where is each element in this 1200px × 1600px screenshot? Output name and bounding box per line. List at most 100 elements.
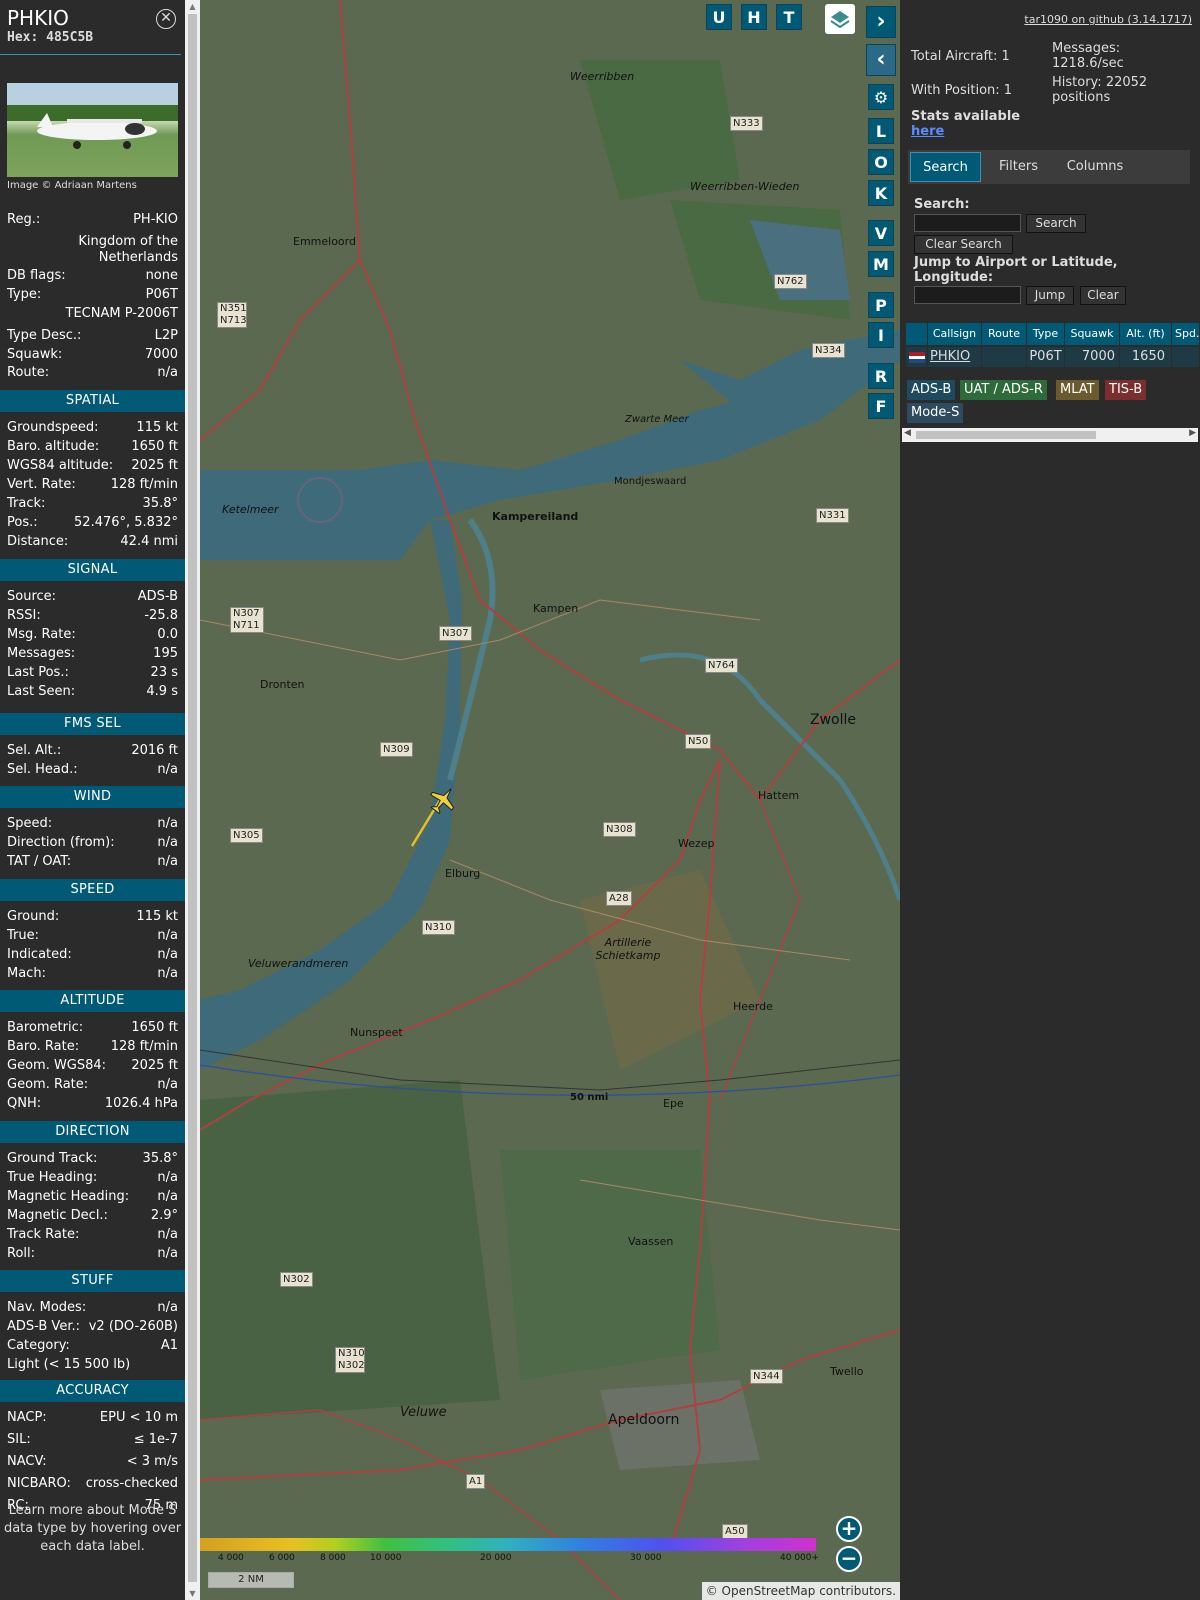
- map-place: Zwolle: [810, 712, 856, 728]
- map-place: Weerribben: [570, 70, 635, 83]
- road-label: N309: [380, 742, 413, 757]
- column-header-callsign[interactable]: Callsign: [928, 323, 982, 345]
- detail-row: Nav. Modes: n/a: [7, 1298, 178, 1317]
- map-scale-bar: 2 NM: [208, 1572, 294, 1588]
- stats-link[interactable]: here: [911, 124, 944, 139]
- detail-row: NACV: < 3 m/s: [7, 1452, 178, 1471]
- chevron-left-icon[interactable]: ‹: [866, 44, 896, 76]
- clear-search-button[interactable]: Clear Search: [914, 235, 1013, 254]
- map-place: Emmeloord: [293, 235, 356, 248]
- toggle-u-button[interactable]: U: [706, 4, 732, 30]
- jump-input[interactable]: [914, 286, 1021, 304]
- tab-columns[interactable]: Columns: [1055, 152, 1135, 182]
- map-toggle-f-button[interactable]: F: [868, 393, 894, 419]
- tab-filters[interactable]: Filters: [985, 152, 1052, 182]
- detail-label: True:: [7, 928, 39, 943]
- column-header-type[interactable]: Type: [1027, 323, 1065, 345]
- scrollbar-thumb[interactable]: [188, 14, 197, 1582]
- map-toggle-m-button[interactable]: M: [868, 251, 894, 277]
- detail-value: n/a: [157, 835, 178, 850]
- detail-row: Pos.: 52.476°, 5.832°: [7, 513, 178, 532]
- table-hscrollbar[interactable]: ◀ ▶: [902, 428, 1198, 442]
- detail-row: Distance: 42.4 nmi: [7, 532, 178, 551]
- detail-value: 1650 ft: [131, 1020, 178, 1035]
- section-header-altitude: ALTITUDE: [0, 990, 185, 1012]
- column-header-speed[interactable]: Spd.: [1172, 323, 1200, 345]
- map-place: Kampereiland: [492, 510, 579, 523]
- detail-row: Direction (from): n/a: [7, 833, 178, 852]
- map-toggle-i-button[interactable]: I: [868, 322, 894, 348]
- detail-value: 35.8°: [142, 1151, 178, 1166]
- toggle-h-button[interactable]: H: [741, 4, 767, 30]
- detail-row: RSSI: -25.8: [7, 606, 178, 625]
- map-toggle-r-button[interactable]: R: [868, 363, 894, 389]
- road-label: N762: [774, 274, 807, 289]
- photo-credit: Image © Adriaan Martens: [7, 180, 137, 191]
- settings-gear-icon[interactable]: ⚙: [868, 84, 894, 110]
- detail-label: Ground:: [7, 909, 60, 924]
- map-toggle-p-button[interactable]: P: [868, 292, 894, 318]
- source-legend-ads-b[interactable]: ADS-B: [907, 380, 956, 400]
- altitude-scale-tick: 4 000: [218, 1553, 244, 1563]
- map-toggle-k-button[interactable]: K: [868, 180, 894, 206]
- close-icon[interactable]: ✕: [156, 9, 176, 29]
- map-toggle-o-button[interactable]: O: [868, 149, 894, 175]
- detail-value: n/a: [157, 1170, 178, 1185]
- jump-button[interactable]: Jump: [1026, 286, 1074, 305]
- clear-button[interactable]: Clear: [1080, 286, 1126, 305]
- row-squawk: 7000: [1065, 347, 1120, 367]
- toggle-t-button[interactable]: T: [776, 4, 802, 30]
- search-input[interactable]: [914, 214, 1021, 232]
- detail-row: Type: P06T: [7, 285, 178, 304]
- aircraft-photo[interactable]: [7, 83, 178, 177]
- github-link[interactable]: tar1090 on github (3.14.1717): [1024, 13, 1192, 26]
- chevron-right-icon[interactable]: ›: [866, 6, 896, 38]
- source-legend-mode-s[interactable]: Mode-S: [907, 403, 964, 423]
- detail-value: 115 kt: [136, 909, 178, 924]
- map-view[interactable]: Emmeloord Kampereiland Kampen Dronten Zw…: [200, 0, 900, 1600]
- detail-row: Reg.: PH-KIO: [7, 210, 178, 229]
- detail-row: True Heading: n/a: [7, 1168, 178, 1187]
- road-label: N310: [422, 920, 455, 935]
- road-label: N305: [230, 828, 263, 843]
- detail-value: n/a: [157, 365, 178, 380]
- detail-label: Baro. Rate:: [7, 1039, 80, 1054]
- detail-label: Reg.:: [7, 212, 41, 227]
- detail-row: Route: n/a: [7, 363, 178, 382]
- map-toggle-v-button[interactable]: V: [868, 220, 894, 246]
- zoom-out-button[interactable]: −: [836, 1546, 862, 1572]
- detail-row: Light (< 15 500 lb): [7, 1355, 178, 1374]
- altitude-scale-tick: 6 000: [269, 1553, 295, 1563]
- search-button[interactable]: Search: [1026, 214, 1086, 233]
- detail-value: n/a: [157, 1300, 178, 1315]
- detail-row: Track Rate: n/a: [7, 1225, 178, 1244]
- column-header-squawk[interactable]: Squawk: [1065, 323, 1120, 345]
- detail-value: Kingdom of the Netherlands: [78, 234, 178, 265]
- detail-row: Squawk: 7000: [7, 345, 178, 364]
- hex-code: Hex: 485C5B: [7, 30, 94, 45]
- detail-value: -25.8: [144, 608, 178, 623]
- sidebar-scrollbar[interactable]: ▲ ▼: [185, 0, 200, 1600]
- source-legend-tis-b[interactable]: TIS-B: [1105, 380, 1147, 400]
- detail-row: Category: A1: [7, 1336, 178, 1355]
- section-header-signal: SIGNAL: [0, 559, 185, 581]
- source-legend-mlat[interactable]: MLAT: [1056, 380, 1099, 400]
- column-header-route[interactable]: Route: [982, 323, 1027, 345]
- column-header-altitude[interactable]: Alt. (ft): [1120, 323, 1172, 345]
- jump-label: Jump to Airport or Latitude, Longitude:: [914, 255, 1118, 285]
- row-callsign[interactable]: PHKIO: [928, 347, 982, 367]
- layers-icon[interactable]: [825, 4, 855, 34]
- map-attribution[interactable]: © OpenStreetMap contributors.: [701, 1582, 900, 1600]
- detail-row: Last Seen: 4.9 s: [7, 682, 178, 701]
- tab-search[interactable]: Search: [910, 152, 981, 182]
- detail-value: L2P: [154, 328, 178, 343]
- map-place: Weerribben-Wieden: [690, 180, 800, 193]
- detail-value: 2025 ft: [131, 458, 178, 473]
- zoom-in-button[interactable]: +: [836, 1516, 862, 1542]
- detail-row: Mach: n/a: [7, 964, 178, 983]
- column-header-flag[interactable]: [906, 323, 928, 345]
- source-legend-uat-ads-r[interactable]: UAT / ADS-R: [960, 380, 1047, 400]
- map-place: Twello: [830, 1365, 864, 1378]
- map-toggle-l-button[interactable]: L: [868, 118, 894, 144]
- detail-label: Squawk:: [7, 347, 63, 362]
